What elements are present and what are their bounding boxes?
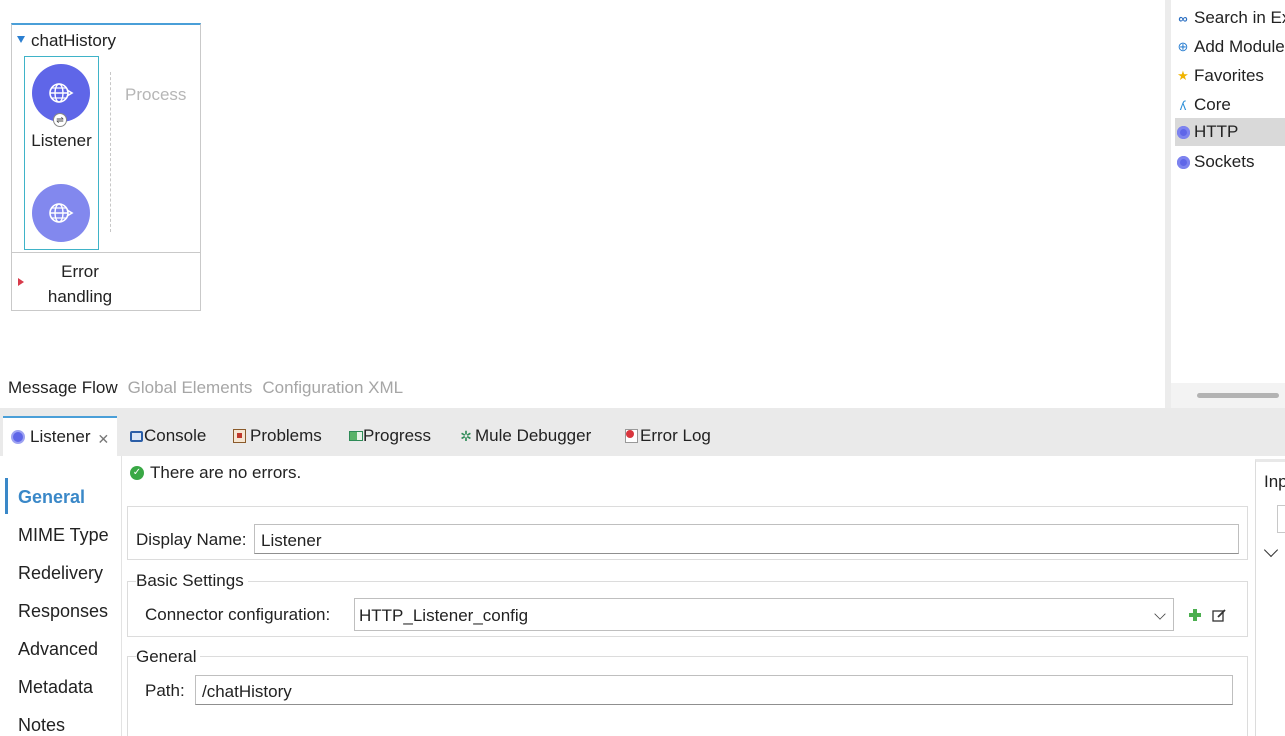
- edit-icon: [1211, 608, 1226, 622]
- validation-status: ✓ There are no errors.: [130, 463, 301, 483]
- listener-caption: Listener: [31, 131, 92, 150]
- flow-header[interactable]: chatHistory: [17, 31, 116, 51]
- close-icon[interactable]: ✕: [97, 431, 109, 448]
- source-marker-icon: ⇌: [53, 113, 67, 127]
- nav-item-responses[interactable]: Responses: [18, 601, 108, 622]
- tab-label: Error Log: [640, 426, 711, 445]
- tab-label: Progress: [363, 426, 432, 445]
- process-label: Process: [125, 85, 187, 104]
- connector-config-select[interactable]: HTTP_Listener_config: [354, 598, 1174, 631]
- error-handling-text: Error handling: [47, 262, 113, 306]
- nav-item-mime-type[interactable]: MIME Type: [18, 525, 109, 546]
- palette-item-label: HTTP: [1194, 122, 1239, 141]
- collapse-triangle-icon[interactable]: [17, 35, 25, 43]
- problems-icon: [232, 429, 246, 443]
- progress-icon: [349, 429, 363, 443]
- error-handling-section[interactable]: Error handling: [12, 252, 200, 311]
- http-icon: [1176, 125, 1190, 139]
- tab-label: Problems: [250, 426, 322, 445]
- listener-icon: [11, 430, 25, 444]
- add-config-button[interactable]: [1187, 607, 1203, 623]
- add-module-icon: ⊕: [1177, 39, 1189, 54]
- status-text: There are no errors.: [150, 463, 302, 482]
- general-title: General: [136, 647, 201, 667]
- error-handling-label: Error handling: [36, 259, 124, 309]
- process-divider: [110, 72, 111, 232]
- palette-item-label: Sockets: [1194, 152, 1255, 171]
- globe-icon: [49, 83, 74, 103]
- editor-tabs: Message Flow Global Elements Configurati…: [8, 378, 403, 398]
- tab-configuration-xml[interactable]: Configuration XML: [262, 378, 403, 398]
- expand-triangle-icon[interactable]: [18, 278, 24, 286]
- globe-icon: [49, 203, 74, 223]
- palette-item-add-modules[interactable]: ⊕ Add Modules: [1175, 33, 1285, 61]
- palette-item-http[interactable]: HTTP: [1175, 118, 1285, 146]
- nav-item-metadata[interactable]: Metadata: [18, 677, 93, 698]
- tab-mule-debugger[interactable]: ✲ Mule Debugger: [459, 416, 591, 456]
- palette-item-label: Favorites: [1194, 66, 1264, 85]
- tab-error-log[interactable]: Error Log: [624, 416, 711, 456]
- display-name-input[interactable]: [254, 524, 1239, 554]
- input-panel-field[interactable]: [1277, 505, 1285, 533]
- connector-config-value: HTTP_Listener_config: [359, 606, 529, 625]
- palette-item-search-exchange[interactable]: ∞ Search in Exchange: [1175, 4, 1285, 32]
- tab-label: Mule Debugger: [475, 426, 592, 445]
- palette-item-favorites[interactable]: ★ Favorites: [1175, 62, 1285, 90]
- palette-item-core[interactable]: ʎ Core: [1175, 91, 1285, 119]
- nav-item-notes[interactable]: Notes: [18, 715, 65, 736]
- palette-item-label: Core: [1194, 95, 1231, 114]
- response-connector-icon[interactable]: [32, 184, 90, 242]
- tab-label: Listener: [30, 427, 91, 446]
- exchange-icon: ∞: [1178, 10, 1188, 26]
- flow-canvas: chatHistory ⇌ Listener Process Error han…: [0, 0, 1165, 408]
- tab-problems[interactable]: Problems: [232, 416, 322, 456]
- palette-scroll-thumb[interactable]: [1197, 393, 1279, 398]
- star-icon: ★: [1177, 68, 1189, 83]
- path-input[interactable]: [195, 675, 1233, 705]
- tab-message-flow[interactable]: Message Flow: [8, 378, 118, 398]
- source-section[interactable]: ⇌ Listener: [24, 56, 99, 250]
- edit-config-button[interactable]: [1211, 607, 1227, 623]
- display-name-label: Display Name:: [136, 530, 247, 549]
- chevron-down-icon[interactable]: [1263, 542, 1279, 558]
- check-circle-icon: ✓: [130, 466, 144, 480]
- tab-listener[interactable]: Listener ✕: [3, 416, 118, 456]
- nav-item-redelivery[interactable]: Redelivery: [18, 563, 103, 584]
- palette-item-label: Search in Exchange: [1194, 8, 1285, 27]
- nav-item-advanced[interactable]: Advanced: [18, 639, 98, 660]
- flow-container[interactable]: chatHistory ⇌ Listener Process Error han…: [11, 23, 201, 311]
- tab-label: Console: [144, 426, 207, 445]
- mule-core-icon: ʎ: [1179, 97, 1187, 113]
- mule-palette: ∞ Search in Exchange ⊕ Add Modules ★ Fav…: [1171, 0, 1285, 408]
- sockets-icon: [1176, 155, 1190, 169]
- palette-item-label: Add Modules: [1194, 37, 1285, 56]
- tab-global-elements[interactable]: Global Elements: [128, 378, 253, 398]
- tab-console[interactable]: Console: [129, 416, 206, 456]
- palette-item-sockets[interactable]: Sockets: [1175, 148, 1285, 176]
- path-label: Path:: [145, 681, 185, 700]
- nav-active-indicator: [5, 478, 8, 514]
- error-log-icon: [624, 429, 638, 443]
- console-icon: [129, 429, 143, 443]
- connector-config-label: Connector configuration:: [145, 605, 331, 624]
- debugger-icon: ✲: [460, 427, 472, 444]
- tab-progress[interactable]: Progress: [349, 416, 431, 456]
- input-panel: Inp: [1255, 459, 1285, 736]
- flow-name: chatHistory: [31, 31, 117, 50]
- input-panel-label: Inp: [1264, 472, 1285, 491]
- plus-icon: [1189, 609, 1201, 621]
- chevron-down-icon: [1154, 608, 1166, 620]
- basic-settings-title: Basic Settings: [136, 571, 248, 591]
- nav-item-general[interactable]: General: [18, 487, 85, 508]
